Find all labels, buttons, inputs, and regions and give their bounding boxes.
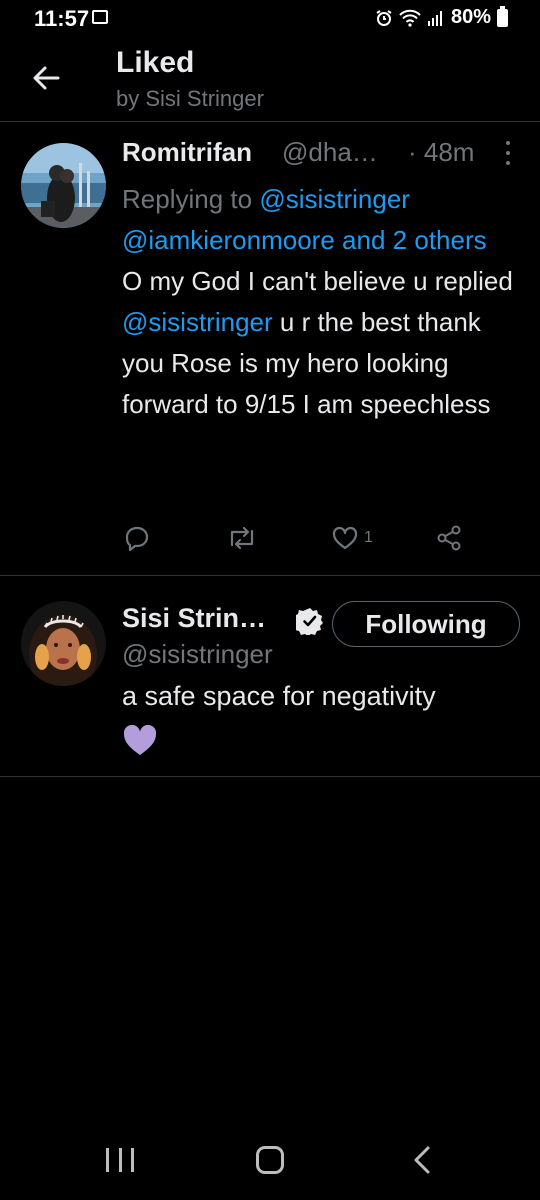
tweet[interactable]: Romitrifan @dha… · 48m Replying to @sisi… <box>0 123 540 576</box>
avatar-photo <box>21 601 106 686</box>
page-subtitle: by Sisi Stringer <box>116 86 264 111</box>
avatar[interactable] <box>21 601 106 686</box>
share-button[interactable] <box>434 521 464 555</box>
others-link[interactable]: 2 others <box>393 225 487 255</box>
avatar[interactable] <box>21 143 106 228</box>
share-icon <box>437 525 461 551</box>
user-bio: a safe space for negativity <box>122 681 436 711</box>
tweet-header: Romitrifan @dha… · 48m <box>122 137 522 173</box>
user-card[interactable]: Sisi Strin… Following @sisistringer a sa… <box>0 577 540 777</box>
replying-and: and <box>342 225 386 255</box>
like-count: 1 <box>364 529 373 546</box>
retweet-icon <box>230 526 254 550</box>
nav-back-icon[interactable] <box>410 1144 434 1176</box>
status-bar: 11:57 80% <box>0 0 540 36</box>
system-nav-bar <box>0 1120 540 1200</box>
retweet-button[interactable] <box>226 521 258 555</box>
like-button[interactable]: 1 <box>330 521 373 555</box>
tweet-body: Replying to @sisistringer @iamkieronmoor… <box>122 179 527 425</box>
user-handle[interactable]: @sisistringer <box>122 639 273 670</box>
wifi-icon <box>399 9 421 27</box>
reply-button[interactable] <box>122 521 152 555</box>
home-button[interactable] <box>256 1146 284 1174</box>
status-indicators: 80% <box>375 5 508 29</box>
mention-link[interactable]: @iamkieronmoore <box>122 225 335 255</box>
tweet-author-name[interactable]: Romitrifan <box>122 137 252 168</box>
verified-icon <box>296 608 323 635</box>
following-button[interactable]: Following <box>332 601 520 647</box>
battery-percent: 80% <box>450 6 491 28</box>
signal-icon <box>427 10 442 26</box>
tweet-text-part: O my God I can't believe u replied <box>122 266 513 296</box>
purple-heart-icon <box>123 724 157 755</box>
recents-button[interactable] <box>106 1148 134 1172</box>
back-button[interactable] <box>26 58 66 98</box>
status-time: 11:57 <box>34 6 90 31</box>
like-icon <box>332 526 358 550</box>
more-icon[interactable] <box>506 141 512 165</box>
tweet-author-handle[interactable]: @dha… <box>282 137 378 168</box>
user-name[interactable]: Sisi Strin… <box>122 603 266 634</box>
page-title: Liked <box>116 46 195 79</box>
replying-to: Replying to @sisistringer @iamkieronmoor… <box>122 179 527 261</box>
back-arrow-icon <box>33 66 60 90</box>
avatar-photo <box>21 143 106 228</box>
page-header: Liked by Sisi Stringer <box>0 36 540 122</box>
replying-to-label: Replying to <box>122 184 253 214</box>
mention-link[interactable]: @sisistringer <box>259 184 410 214</box>
gallery-notification-icon <box>92 10 108 24</box>
tweet-actions: 1 <box>122 521 482 555</box>
alarm-icon <box>376 9 392 26</box>
tweet-timestamp: · 48m <box>408 137 475 167</box>
reply-icon <box>125 526 149 552</box>
battery-icon <box>497 5 508 27</box>
tweet-text: O my God I can't believe u replied @sisi… <box>122 261 527 425</box>
mention-link[interactable]: @sisistringer <box>122 307 273 337</box>
